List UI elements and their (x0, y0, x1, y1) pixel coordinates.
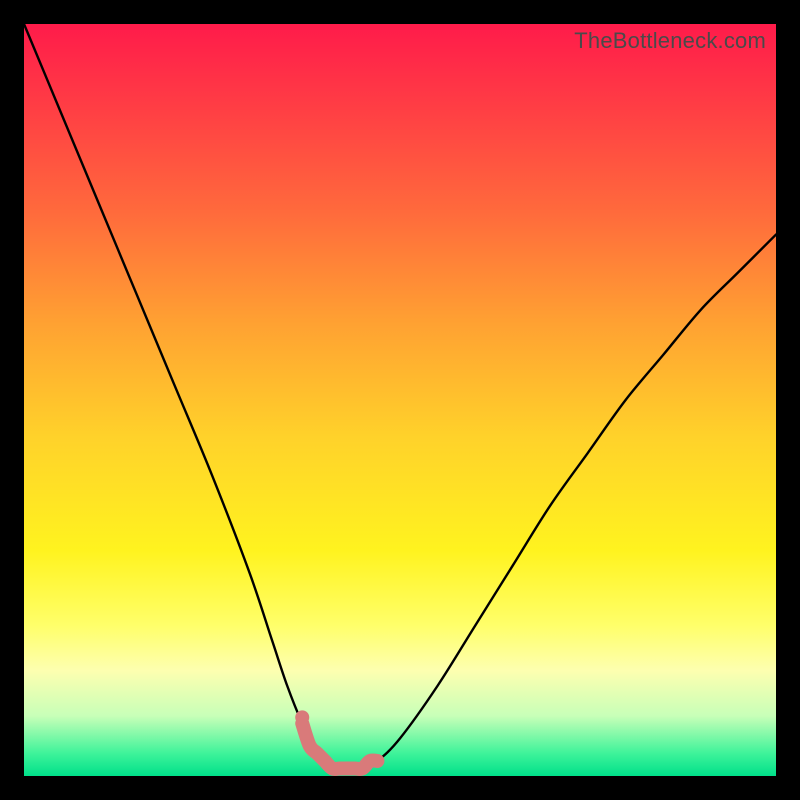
bottleneck-curve (24, 24, 776, 770)
optimal-band (302, 723, 377, 769)
optimal-band-dot (295, 710, 309, 724)
plot-area: TheBottleneck.com (24, 24, 776, 776)
chart-svg (24, 24, 776, 776)
